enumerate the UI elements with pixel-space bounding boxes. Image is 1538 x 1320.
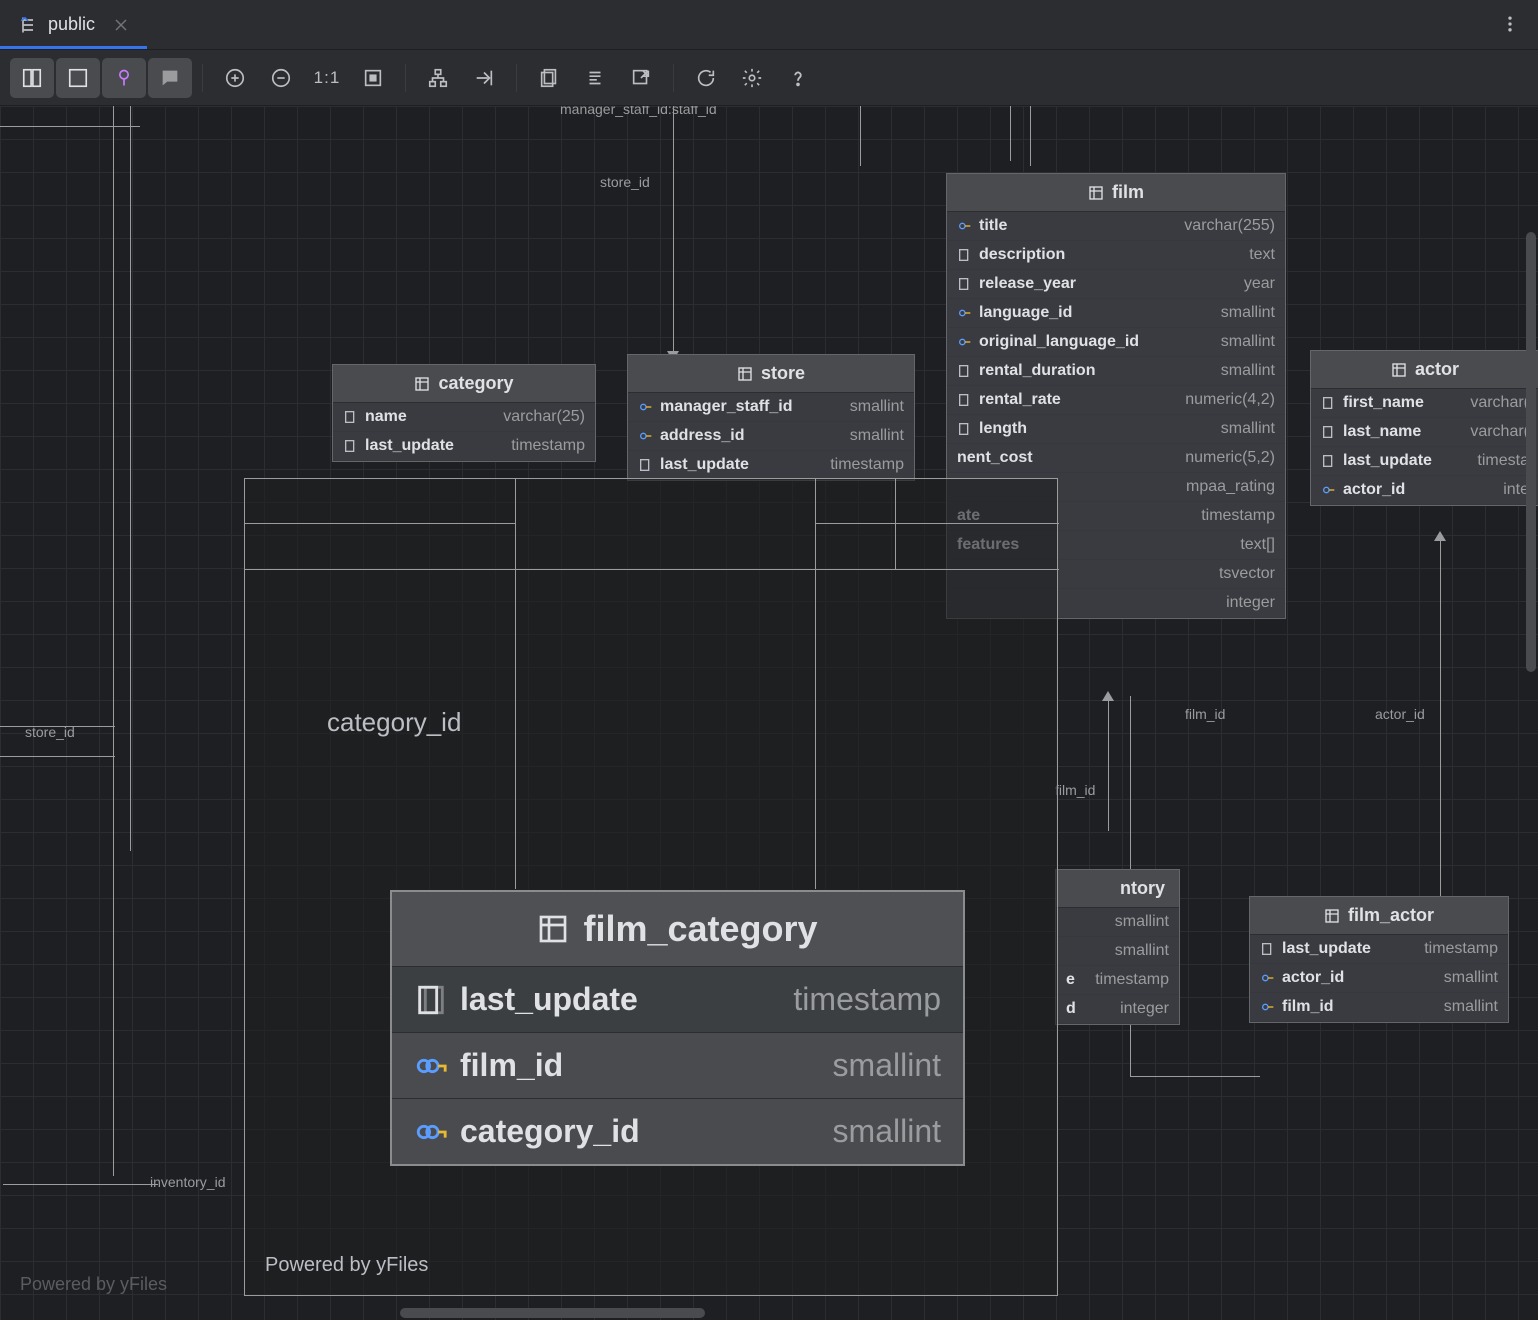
tab-bar: public <box>0 0 1538 50</box>
edge-label: actor_id <box>1375 706 1425 722</box>
minimap-label: category_id <box>327 707 461 738</box>
horizontal-scrollbar[interactable] <box>0 1308 1538 1318</box>
comment-mode-button[interactable] <box>148 58 192 98</box>
zoom-reset-button[interactable]: 1:1 <box>305 58 349 98</box>
layout-mode-1-button[interactable] <box>10 58 54 98</box>
edge-label: inventory_id <box>150 1174 226 1190</box>
vertical-scrollbar[interactable] <box>1526 122 1536 1304</box>
export-button[interactable] <box>619 58 663 98</box>
fit-content-button[interactable] <box>351 58 395 98</box>
edge-label: film_id <box>1185 706 1225 722</box>
tab-public[interactable]: public <box>0 0 147 49</box>
paste-button[interactable] <box>573 58 617 98</box>
entity-title: ntory <box>1120 878 1165 899</box>
minimap-credit: Powered by yFiles <box>265 1254 428 1277</box>
minimap-viewport[interactable]: category_id Powered by yFiles <box>244 478 1058 1296</box>
edge-label: store_id <box>25 724 75 740</box>
entity-title: store <box>761 363 805 384</box>
zoom-out-button[interactable] <box>259 58 303 98</box>
toolbar: 1:1 <box>0 50 1538 106</box>
entity-title: film_category <box>583 908 817 950</box>
edge-label: film_id <box>1055 782 1095 798</box>
layout-route-button[interactable] <box>462 58 506 98</box>
entity-title: film <box>1112 182 1144 203</box>
zoom-in-button[interactable] <box>213 58 257 98</box>
edge-label: manager_staff_id:staff_id <box>560 106 717 117</box>
entity-title: film_actor <box>1348 905 1434 926</box>
entity-title: actor <box>1415 359 1459 380</box>
settings-button[interactable] <box>730 58 774 98</box>
tab-overflow-button[interactable] <box>1498 12 1522 36</box>
refresh-button[interactable] <box>684 58 728 98</box>
entity-inventory[interactable]: ntory smallint smallint etimestamp dinte… <box>1055 869 1180 1025</box>
entity-category[interactable]: category namevarchar(25) last_updatetime… <box>332 364 596 462</box>
entity-film-actor[interactable]: film_actor last_updatetimestamp actor_id… <box>1249 896 1509 1023</box>
layout-mode-2-button[interactable] <box>56 58 100 98</box>
copy-button[interactable] <box>527 58 571 98</box>
key-mode-button[interactable] <box>102 58 146 98</box>
diagram-canvas[interactable]: manager_staff_id:staff_id store_id store… <box>0 106 1538 1320</box>
help-button[interactable] <box>776 58 820 98</box>
tab-label: public <box>48 14 95 35</box>
schema-icon <box>18 15 38 35</box>
entity-film-category[interactable]: film_category last_update timestamp film… <box>390 890 965 1166</box>
watermark: Powered by yFiles <box>20 1274 167 1295</box>
entity-title: category <box>438 373 513 394</box>
entity-store[interactable]: store manager_staff_idsmallint address_i… <box>627 354 915 481</box>
layout-tree-button[interactable] <box>416 58 460 98</box>
close-icon[interactable] <box>113 17 129 33</box>
edge-label: store_id <box>600 174 650 190</box>
entity-actor[interactable]: actor first_namevarchar( last_namevarcha… <box>1310 350 1538 506</box>
